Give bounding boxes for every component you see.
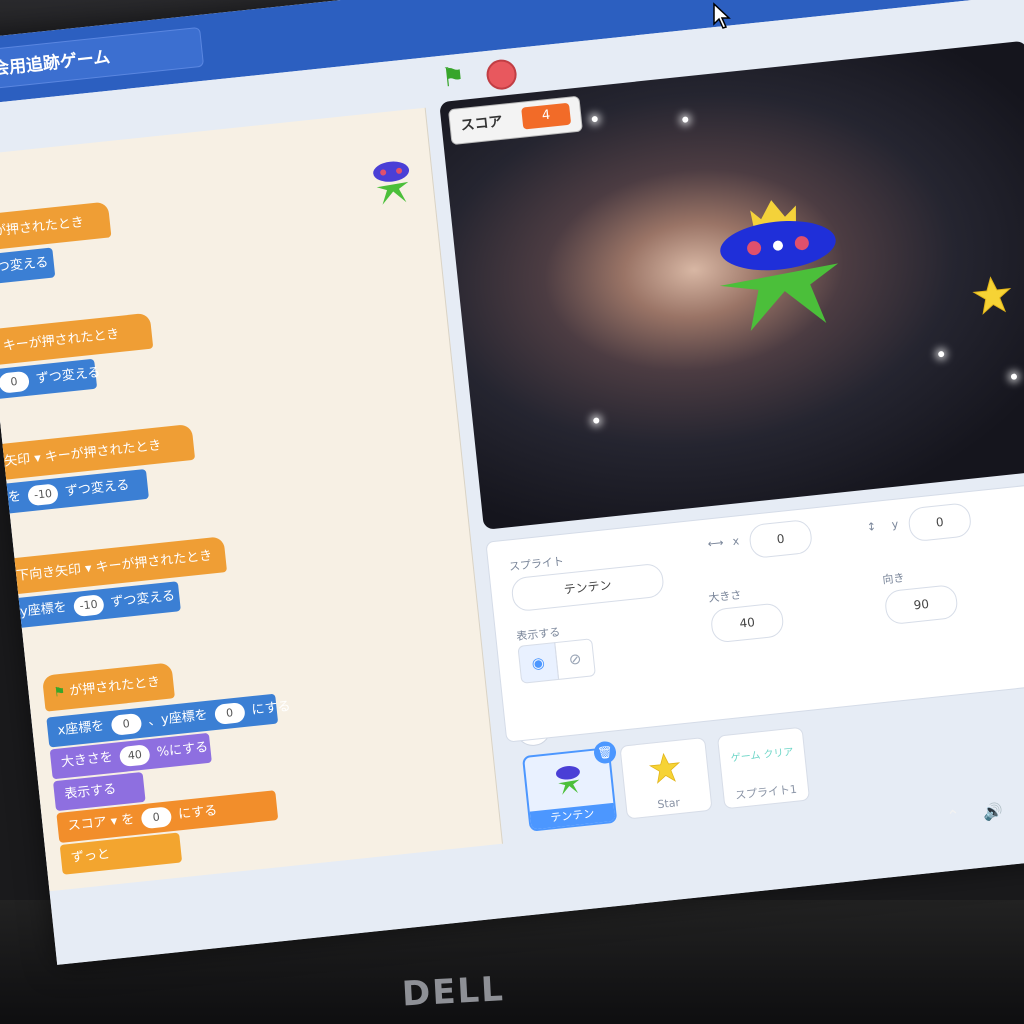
flag-icon: ⚑ <box>53 684 67 701</box>
sprite-tile-label: テンテン <box>529 802 616 830</box>
stage[interactable]: スコア 4 <box>439 40 1024 530</box>
sprite-label: スプライト <box>508 554 565 574</box>
x-label: x <box>731 534 740 548</box>
y-input[interactable]: 0 <box>907 502 973 543</box>
chevron-up-icon[interactable]: ⌃ <box>946 806 961 826</box>
stop-icon[interactable] <box>485 58 519 92</box>
event-hat-block[interactable]: ーが押されたとき <box>0 201 112 252</box>
sprite-tile-label: Star <box>656 795 681 812</box>
dell-logo: DELL <box>401 969 506 1015</box>
monitor-label: スコア <box>459 113 504 135</box>
block-label: 大きさを <box>60 749 114 771</box>
sprite-thumb-text: ゲーム クリア <box>730 746 795 765</box>
y-arrows-icon: ↕ <box>866 519 877 534</box>
value-input[interactable]: -10 <box>72 594 105 618</box>
direction-input[interactable]: 90 <box>883 583 959 626</box>
variable-dropdown[interactable]: スコア ▾ <box>67 814 118 834</box>
block-label: にする <box>177 803 219 823</box>
block-label: %にする <box>156 739 209 761</box>
background-star <box>592 417 600 424</box>
background-star <box>591 115 599 123</box>
block-label: ずつ変える <box>64 477 131 500</box>
change-block[interactable]: ずつ変える <box>0 247 56 286</box>
trash-icon[interactable]: 🗑 <box>592 740 618 765</box>
sprite-tile-sprite1[interactable]: ゲーム クリア スプライト1 <box>716 726 811 810</box>
change-block[interactable]: 0 ずつ変える <box>0 358 101 401</box>
hat-label: が押されたとき <box>68 674 161 700</box>
hide-eye-icon[interactable]: ⊘ <box>554 638 596 680</box>
tenten-sprite[interactable] <box>700 180 865 345</box>
block-label: y座標を <box>19 600 68 620</box>
score-monitor: スコア 4 <box>447 95 583 146</box>
hat-label: キーが押されたとき <box>2 326 121 355</box>
key-hat-block[interactable]: 矢印 ▾ キーが押されたとき <box>0 423 196 481</box>
x-input[interactable]: 0 <box>110 712 143 736</box>
key-dropdown[interactable]: 矢印 ▾ <box>4 451 42 470</box>
block-label: ずつ変える <box>35 365 102 387</box>
direction-label: 向き <box>881 571 906 587</box>
hat-label: キーが押されたとき <box>94 548 213 576</box>
show-label: 表示する <box>515 625 561 644</box>
flag-hat-block[interactable]: ⚑ が押されたとき <box>41 662 175 712</box>
y-label: y <box>891 517 899 532</box>
x-input[interactable]: 0 <box>748 518 814 560</box>
monitor-value: 4 <box>521 102 572 130</box>
editor-body: ⚑ ーが押されたとき ずつ変える ▾ キーが押されたとき 0 ずつ変える 矢印 … <box>0 0 1024 965</box>
size-label: 大きさ <box>707 588 742 605</box>
project-title-field[interactable]: 会用追跡ゲーム <box>0 26 205 91</box>
hat-label: キーが押されたとき <box>44 438 163 466</box>
block-label: x座標を <box>56 718 106 739</box>
background-star <box>937 350 945 358</box>
sprite-tile-label: スプライト1 <box>734 782 798 803</box>
key-hat-block[interactable]: ▾ キーが押されたとき <box>0 312 154 367</box>
sprite-tile-star[interactable]: Star <box>619 736 713 820</box>
block-label: にする <box>250 699 292 719</box>
size-input[interactable]: 40 <box>709 602 785 644</box>
value-input[interactable]: 0 <box>0 370 31 394</box>
mouse-cursor-icon <box>713 2 731 29</box>
key-dropdown[interactable]: 下向き矢印 ▾ <box>16 561 93 584</box>
code-area[interactable]: ーが押されたとき ずつ変える ▾ キーが押されたとき 0 ずつ変える 矢印 ▾ … <box>0 107 553 892</box>
system-tray: ⌃ 🔊 ☁ <box>946 786 1024 837</box>
size-input[interactable]: 40 <box>118 744 151 768</box>
sprite-tile-tenten[interactable]: 🗑 テンテン <box>521 740 618 832</box>
background-star <box>1010 373 1018 380</box>
star-thumb <box>648 752 681 784</box>
current-sprite-thumbnail <box>373 161 410 205</box>
speaker-icon[interactable]: 🔊 <box>982 801 1004 822</box>
value-input[interactable]: -10 <box>27 483 60 507</box>
show-eye-icon[interactable]: ◉ <box>517 642 560 684</box>
green-flag-icon[interactable]: ⚑ <box>440 61 473 94</box>
block-label: を <box>7 489 22 506</box>
star-sprite[interactable] <box>970 274 1014 318</box>
block-label: 、y座標を <box>147 707 209 730</box>
key-hat-block[interactable]: 下向き矢印 ▾ キーが押されたとき <box>4 536 228 595</box>
background-star <box>681 116 689 123</box>
y-input[interactable]: 0 <box>213 701 246 726</box>
tenten-thumb <box>555 766 580 795</box>
scratch-editor-screen: 会用追跡ゲーム ⚑ ーが押されたとき ずつ変える ▾ キーが押されたとき 0 ず… <box>0 0 1024 965</box>
block-label: を <box>120 812 136 829</box>
variable-value-input[interactable]: 0 <box>140 806 173 830</box>
x-arrows-icon: ⟷ <box>707 535 725 551</box>
block-label: ずつ変える <box>109 588 176 611</box>
